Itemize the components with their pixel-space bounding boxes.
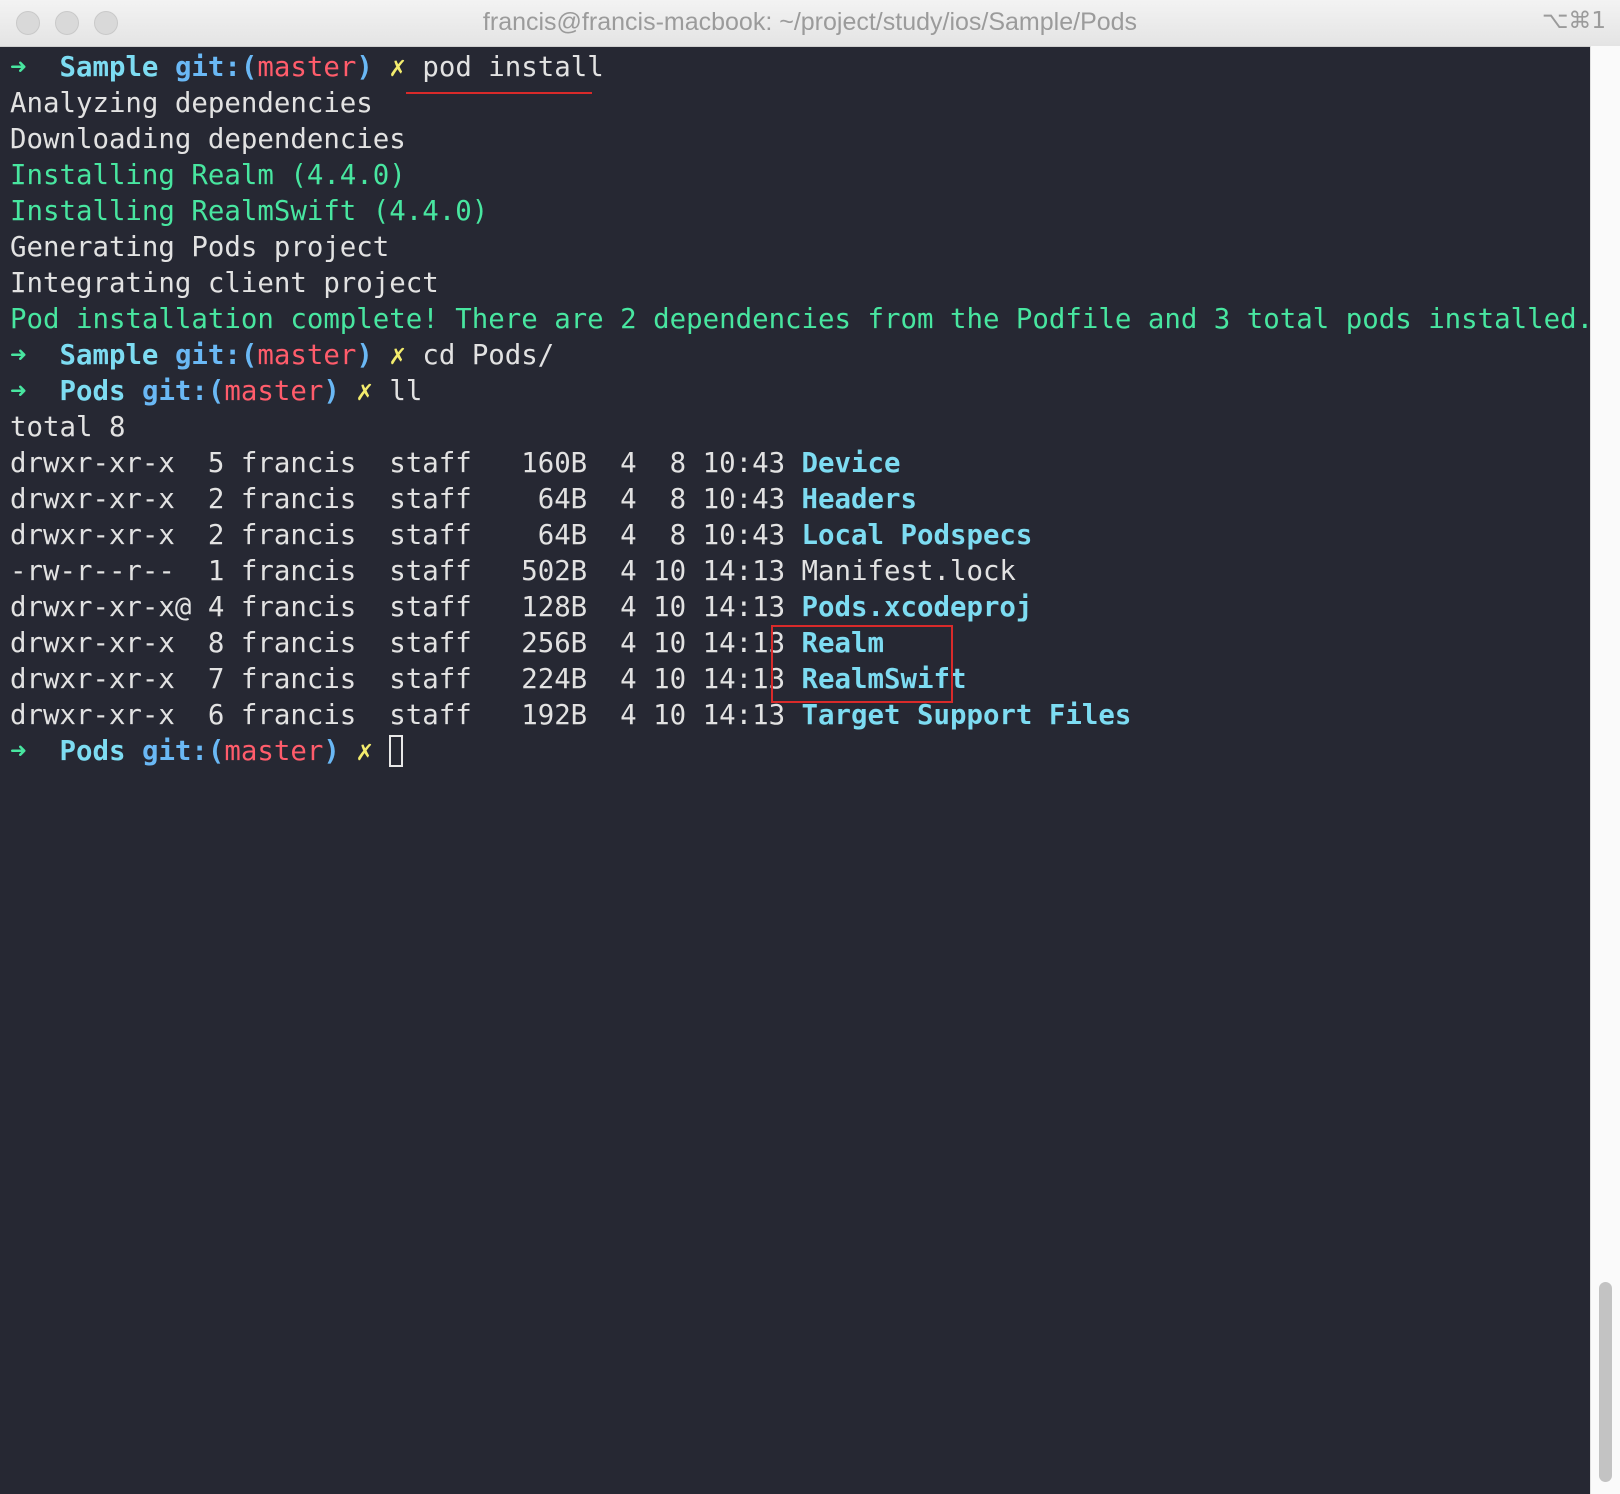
git-branch: master [224,376,324,407]
listing-meta: drwxr-xr-x 2 francis staff 64B 4 8 10:43 [10,484,802,515]
output-line: Installing Realm (4.4.0) [10,160,406,191]
output-line: Pod installation complete! There are 2 d… [10,304,1594,335]
git-label-close: ) [323,736,340,767]
git-label: git:( [141,736,225,767]
listing-meta: drwxr-xr-x 7 francis staff 224B 4 10 14:… [10,664,802,695]
text-cursor[interactable] [389,735,404,767]
realm-highlight-annotation [771,625,953,703]
prompt-arrow-icon: ➜ [10,736,27,767]
listing-row: drwxr-xr-x 5 francis staff 160B 4 8 10:4… [10,446,1585,482]
listing-meta: drwxr-xr-x 2 francis staff 64B 4 8 10:43 [10,520,802,551]
prompt-directory: Sample [59,52,159,83]
terminal-window: francis@francis-macbook: ~/project/study… [0,0,1620,1494]
listing-row: drwxr-xr-x@ 4 francis staff 128B 4 10 14… [10,590,1585,626]
prompt-directory: Pods [59,376,126,407]
listing-row: -rw-r--r-- 1 francis staff 502B 4 10 14:… [10,554,1585,590]
git-branch: master [224,736,324,767]
output-line: Generating Pods project [10,232,390,263]
listing-meta: drwxr-xr-x 6 francis staff 192B 4 10 14:… [10,700,802,731]
prompt-line: ➜ Sample git:(master) ✗ pod install [10,50,1585,86]
listing-name: Target Support Files [801,700,1132,731]
git-branch: master [257,340,357,371]
window-shortcut: ⌥⌘1 [1541,8,1606,34]
output-line: Downloading dependencies [10,124,406,155]
prompt-arrow-icon: ➜ [10,52,27,83]
command-text: pod install [422,52,604,83]
dirty-marker-icon: ✗ [389,52,406,83]
git-label-close: ) [323,376,340,407]
listing-meta: drwxr-xr-x 8 francis staff 256B 4 10 14:… [10,628,802,659]
listing-total: total 8 [10,412,126,443]
listing-row: drwxr-xr-x 2 francis staff 64B 4 8 10:43… [10,518,1585,554]
listing-row: drwxr-xr-x 2 francis staff 64B 4 8 10:43… [10,482,1585,518]
listing-meta: -rw-r--r-- 1 francis staff 502B 4 10 14:… [10,556,802,587]
command-text: ll [389,376,423,407]
listing-name: Device [801,448,901,479]
listing-name: Manifest.lock [801,556,1016,587]
git-label: git:( [174,340,258,371]
output-line: Analyzing dependencies [10,88,373,119]
window-title: francis@francis-macbook: ~/project/study… [482,8,1138,36]
git-label: git:( [174,52,258,83]
listing-name: Local Podspecs [801,520,1033,551]
dirty-marker-icon: ✗ [356,736,373,767]
scrollbar-thumb[interactable] [1599,1282,1612,1482]
prompt-line: ➜ Pods git:(master) ✗ [10,734,1585,770]
listing-name: Headers [801,484,917,515]
git-branch: master [257,52,357,83]
git-label-close: ) [356,340,373,371]
listing-meta: drwxr-xr-x@ 4 francis staff 128B 4 10 14… [10,592,802,623]
command-underline-annotation [406,92,592,94]
vertical-scrollbar[interactable] [1590,46,1620,1494]
title-bar: francis@francis-macbook: ~/project/study… [0,0,1620,47]
output-line: Installing RealmSwift (4.4.0) [10,196,489,227]
listing-row: drwxr-xr-x 6 francis staff 192B 4 10 14:… [10,698,1585,734]
output-line: Integrating client project [10,268,439,299]
dirty-marker-icon: ✗ [356,376,373,407]
command-text: cd Pods/ [422,340,555,371]
prompt-directory: Pods [59,736,126,767]
prompt-arrow-icon: ➜ [10,376,27,407]
git-label: git:( [141,376,225,407]
dirty-marker-icon: ✗ [389,340,406,371]
prompt-line: ➜ Pods git:(master) ✗ ll [10,374,1585,410]
prompt-arrow-icon: ➜ [10,340,27,371]
prompt-directory: Sample [59,340,159,371]
git-label-close: ) [356,52,373,83]
listing-meta: drwxr-xr-x 5 francis staff 160B 4 8 10:4… [10,448,802,479]
prompt-line: ➜ Sample git:(master) ✗ cd Pods/ [10,338,1585,374]
listing-name: Pods.xcodeproj [801,592,1033,623]
